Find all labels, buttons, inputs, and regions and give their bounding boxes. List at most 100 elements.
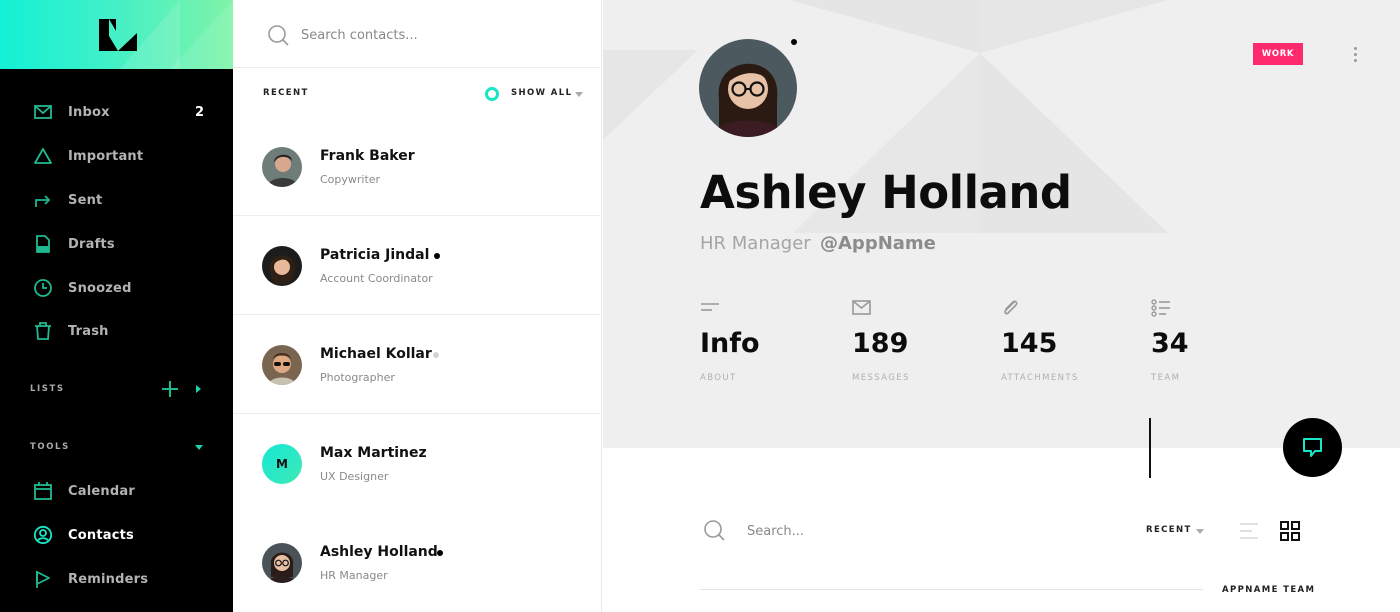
add-list-plus-icon[interactable] (161, 380, 179, 398)
contact-list-item[interactable]: M Max Martinez UX Designer (233, 414, 602, 513)
avatar (262, 543, 302, 583)
list-view-icon[interactable] (1237, 519, 1261, 543)
avatar (262, 345, 302, 385)
inbox-count-badge: 2 (194, 104, 204, 120)
nav-item-label: Inbox (68, 104, 110, 120)
contact-list-item[interactable]: Patricia Jindal Account Coordinator (233, 216, 602, 315)
contacts-filter-row: RECENT SHOW ALL (233, 69, 602, 117)
sort-label: RECENT (1146, 525, 1192, 535)
mail-icon (852, 300, 871, 315)
app-logo[interactable] (99, 19, 137, 51)
grid-view-icon[interactable] (1278, 519, 1302, 543)
search-icon (704, 520, 725, 541)
team-search-input[interactable] (747, 519, 1067, 543)
team-section-label: APPNAME TEAM (1222, 585, 1316, 595)
sort-dropdown[interactable]: RECENT (1146, 523, 1216, 539)
document-icon (36, 235, 50, 253)
contact-role: UX Designer (320, 470, 389, 483)
chevron-down-icon (1196, 529, 1204, 534)
show-all-toggle[interactable]: SHOW ALL (485, 86, 585, 102)
nav-item-trash[interactable]: Trash (0, 311, 233, 351)
stat-value: 34 (1151, 328, 1189, 359)
contacts-panel: RECENT SHOW ALL Frank Baker Copywriter P… (233, 0, 602, 612)
nav-item-label: Important (68, 148, 144, 164)
online-status-dot (434, 253, 440, 259)
chat-bubble-icon (1303, 438, 1322, 457)
contacts-search-input[interactable] (301, 23, 561, 47)
expand-lists-caret-icon[interactable] (196, 385, 201, 393)
brand-decoration (170, 0, 233, 69)
lines-icon (701, 303, 719, 311)
work-tag-badge[interactable]: WORK (1253, 43, 1303, 65)
new-message-button[interactable] (1283, 418, 1342, 477)
contact-name: Patricia Jindal (320, 247, 430, 263)
calendar-icon (34, 482, 52, 500)
stat-label: ABOUT (700, 373, 737, 383)
nav-item-label: Snoozed (68, 280, 132, 296)
inbox-icon (34, 105, 52, 119)
background-decoration (603, 50, 698, 140)
nav-item-inbox[interactable]: Inbox 2 (0, 92, 233, 132)
nav-item-sent[interactable]: Sent (0, 180, 233, 220)
contact-detail-panel: WORK Ashley Holland HR Manager @AppName … (603, 0, 1400, 612)
background-decoration (980, 0, 1168, 53)
nav-item-drafts[interactable]: Drafts (0, 224, 233, 264)
nav-item-label: Contacts (68, 527, 134, 543)
flag-icon (36, 571, 50, 588)
triangle-icon (34, 148, 52, 164)
stat-attachments[interactable]: 145 ATTACHMENTS (1001, 298, 1141, 388)
contact-icon (33, 525, 53, 545)
section-divider (700, 589, 1203, 590)
contact-list-item[interactable]: Frank Baker Copywriter (233, 117, 602, 216)
contact-name: Michael Kollar (320, 346, 432, 362)
stat-label: TEAM (1151, 373, 1181, 383)
nav-item-label: Reminders (68, 571, 149, 587)
toggle-ring-icon (485, 87, 499, 101)
contact-list-item[interactable]: Ashley Holland HR Manager (233, 513, 602, 612)
contact-role: Photographer (320, 371, 395, 384)
nav-item-snoozed[interactable]: Snoozed (0, 268, 233, 308)
nav-item-label: Calendar (68, 483, 135, 499)
avatar-initial: M (262, 444, 302, 484)
contact-role: Copywriter (320, 173, 381, 186)
contact-name: Max Martinez (320, 445, 427, 461)
stat-about[interactable]: Info ABOUT (700, 298, 840, 388)
team-search-bar: RECENT (603, 510, 1400, 554)
online-status-dot (437, 550, 443, 556)
brand-header (0, 0, 233, 69)
stat-value: Info (700, 328, 760, 359)
stat-team[interactable]: 34 TEAM (1151, 298, 1291, 388)
profile-handle[interactable]: @AppName (820, 233, 936, 254)
sidebar: Inbox 2 Important Sent Drafts Snoozed Tr… (0, 0, 233, 612)
nav-item-label: Trash (68, 323, 109, 339)
show-all-label: SHOW ALL (511, 88, 573, 98)
nav-item-calendar[interactable]: Calendar (0, 471, 233, 511)
list-icon (1151, 299, 1170, 317)
profile-header: WORK Ashley Holland HR Manager @AppName … (603, 0, 1400, 448)
stat-value: 145 (1001, 328, 1058, 359)
stat-messages[interactable]: 189 MESSAGES (852, 298, 992, 388)
recent-label: RECENT (263, 88, 309, 98)
contact-list-item[interactable]: Michael Kollar Photographer (233, 315, 602, 414)
more-options-icon[interactable] (1349, 45, 1361, 63)
nav-item-reminders[interactable]: Reminders (0, 559, 233, 599)
avatar (262, 147, 302, 187)
collapse-tools-caret-icon[interactable] (195, 445, 203, 450)
nav-item-contacts[interactable]: Contacts (0, 515, 233, 555)
away-status-dot (433, 352, 439, 358)
online-status-dot (791, 39, 797, 45)
contact-name: Ashley Holland (320, 544, 438, 560)
stat-label: ATTACHMENTS (1001, 373, 1079, 383)
nav-item-important[interactable]: Important (0, 136, 233, 176)
nav-item-label: Drafts (68, 236, 115, 252)
profile-name: Ashley Holland (700, 166, 1072, 219)
forward-arrow-icon (35, 195, 51, 207)
stat-label: MESSAGES (852, 373, 910, 383)
trash-icon (35, 322, 51, 340)
contact-role: HR Manager (320, 569, 388, 582)
text-cursor-divider (1149, 418, 1151, 478)
contact-name: Frank Baker (320, 148, 415, 164)
contacts-search-bar (233, 0, 602, 68)
tools-section-header: TOOLS (30, 442, 70, 452)
chevron-down-icon (575, 92, 583, 97)
